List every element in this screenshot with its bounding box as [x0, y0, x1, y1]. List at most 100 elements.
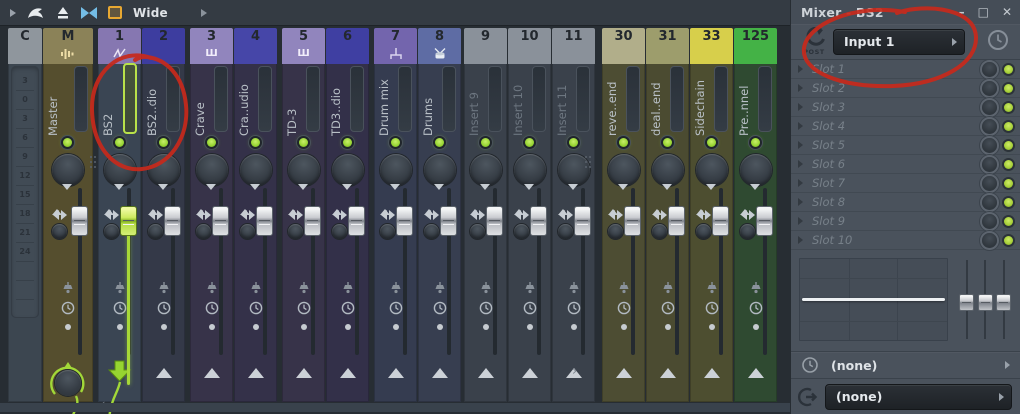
fader-handle[interactable] [756, 206, 773, 236]
route-to-track-switch[interactable] [374, 358, 417, 402]
stereo-separation-arrows[interactable] [514, 184, 534, 215]
input-latency-clock-button[interactable] [986, 28, 1010, 56]
record-arm-dot[interactable] [708, 324, 715, 330]
record-arm-dot[interactable] [526, 324, 533, 330]
fader-handle[interactable] [304, 206, 321, 236]
minimize-button[interactable]: – [959, 5, 965, 19]
stereo-separation-arrows[interactable] [696, 184, 716, 215]
pan-lr-arrows[interactable] [467, 210, 488, 220]
slot-expand-arrow[interactable] [798, 141, 803, 149]
track-header[interactable]: 30 Ш [602, 28, 645, 64]
route-to-track-switch[interactable] [142, 358, 185, 402]
effect-slot[interactable]: Slot 6 [791, 155, 1020, 174]
effect-slot[interactable]: Slot 7 [791, 174, 1020, 193]
record-arm-dot[interactable] [116, 324, 123, 330]
fader-handle[interactable] [530, 206, 547, 236]
wide-view-icon[interactable] [108, 6, 122, 19]
scroll-hint-arrow[interactable]: › [572, 364, 577, 379]
fader-handle[interactable] [71, 206, 88, 236]
volume-fader[interactable] [120, 188, 137, 385]
pan-lr-arrows[interactable] [377, 210, 398, 220]
mixer-track-strip[interactable]: 10 Ш Insert 10 [508, 28, 551, 402]
track-name-area[interactable]: Drums [418, 66, 461, 138]
record-arm-dot[interactable] [300, 324, 307, 330]
track-header[interactable]: 2 Ш [142, 28, 185, 64]
fader-handle[interactable] [212, 206, 229, 236]
latency-clock-icon[interactable] [566, 300, 582, 316]
stereo-separation-arrows[interactable] [380, 184, 400, 215]
track-name-area[interactable]: Master [43, 66, 93, 138]
narrow-view-icon[interactable] [81, 6, 97, 19]
pan-lr-arrows[interactable] [101, 210, 122, 220]
mute-led[interactable] [342, 138, 352, 147]
fader-handle[interactable] [712, 206, 729, 236]
volume-fader[interactable] [440, 188, 457, 355]
fader-handle[interactable] [486, 206, 503, 236]
mixer-track-strip[interactable]: 30 Ш reve..end [602, 28, 645, 402]
slot-mix-knob[interactable] [982, 175, 997, 191]
mute-led[interactable] [662, 138, 672, 147]
latency-clock-icon[interactable] [432, 300, 448, 316]
fader-handle[interactable] [440, 206, 457, 236]
slot-expand-arrow[interactable] [798, 65, 803, 73]
mute-led[interactable] [524, 138, 534, 147]
input-source-dropdown[interactable]: Input 1 [833, 28, 965, 55]
hand-swoosh-icon[interactable] [27, 6, 45, 20]
plugin-lamp-icon[interactable] [522, 280, 538, 294]
plugin-lamp-icon[interactable] [156, 280, 172, 294]
route-to-track-switch[interactable] [734, 358, 777, 402]
volume-fader[interactable] [624, 188, 641, 355]
track-header[interactable]: 8 Ш [418, 28, 461, 64]
plugin-lamp-icon[interactable] [432, 280, 448, 294]
record-arm-dot[interactable] [392, 324, 399, 330]
track-name-area[interactable]: TD3..dio [326, 66, 369, 138]
volume-fader[interactable] [668, 188, 685, 355]
record-arm-dot[interactable] [752, 324, 759, 330]
stereo-knob[interactable] [424, 224, 439, 239]
volume-fader[interactable] [71, 188, 88, 355]
stereo-knob[interactable] [288, 224, 303, 239]
pan-lr-arrows[interactable] [605, 210, 626, 220]
pan-lr-arrows[interactable] [49, 210, 70, 220]
stereo-separation-arrows[interactable] [558, 184, 578, 215]
slot-enable-led[interactable] [1004, 140, 1013, 150]
plugin-lamp-icon[interactable] [60, 280, 76, 294]
pan-knob[interactable] [379, 154, 412, 186]
record-arm-dot[interactable] [620, 324, 627, 330]
plugin-lamp-icon[interactable] [296, 280, 312, 294]
record-arm-dot[interactable] [482, 324, 489, 330]
pan-lr-arrows[interactable] [737, 210, 758, 220]
pan-lr-arrows[interactable] [237, 210, 258, 220]
mixer-track-strip[interactable]: 6 Ш TD3..dio [326, 28, 369, 402]
stereo-knob[interactable] [380, 224, 395, 239]
track-name-area[interactable]: Crave [190, 66, 233, 138]
track-header[interactable]: 10 Ш [508, 28, 551, 64]
slot-enable-led[interactable] [1004, 178, 1013, 188]
pan-knob[interactable] [557, 154, 590, 186]
dock-grip[interactable] [585, 156, 587, 158]
fader-handle[interactable] [256, 206, 273, 236]
latency-clock-icon[interactable] [112, 300, 128, 316]
slot-mix-knob[interactable] [982, 213, 997, 229]
slot-enable-led[interactable] [1004, 216, 1013, 226]
post-gain-icon[interactable]: POST [797, 26, 831, 56]
pan-knob[interactable] [239, 154, 272, 186]
slot-mix-knob[interactable] [982, 61, 997, 77]
window-titlebar[interactable]: Mixer - BS2 – □ ✕ [791, 0, 1020, 24]
stereo-knob[interactable] [332, 224, 347, 239]
slot-enable-led[interactable] [1004, 64, 1013, 74]
pan-lr-arrows[interactable] [285, 210, 306, 220]
volume-fader[interactable] [756, 188, 773, 355]
stereo-separation-arrows[interactable] [470, 184, 490, 215]
stereo-knob[interactable] [52, 224, 67, 239]
volume-fader[interactable] [396, 188, 413, 355]
record-arm-dot[interactable] [436, 324, 443, 330]
plugin-lamp-icon[interactable] [478, 280, 494, 294]
plugin-lamp-icon[interactable] [748, 280, 764, 294]
effect-slot[interactable]: Slot 3 [791, 98, 1020, 117]
slot-expand-arrow[interactable] [798, 160, 803, 168]
route-to-track-switch[interactable] [690, 358, 733, 402]
pan-knob[interactable] [331, 154, 364, 186]
mute-led[interactable] [390, 138, 400, 147]
fader-handle[interactable] [396, 206, 413, 236]
